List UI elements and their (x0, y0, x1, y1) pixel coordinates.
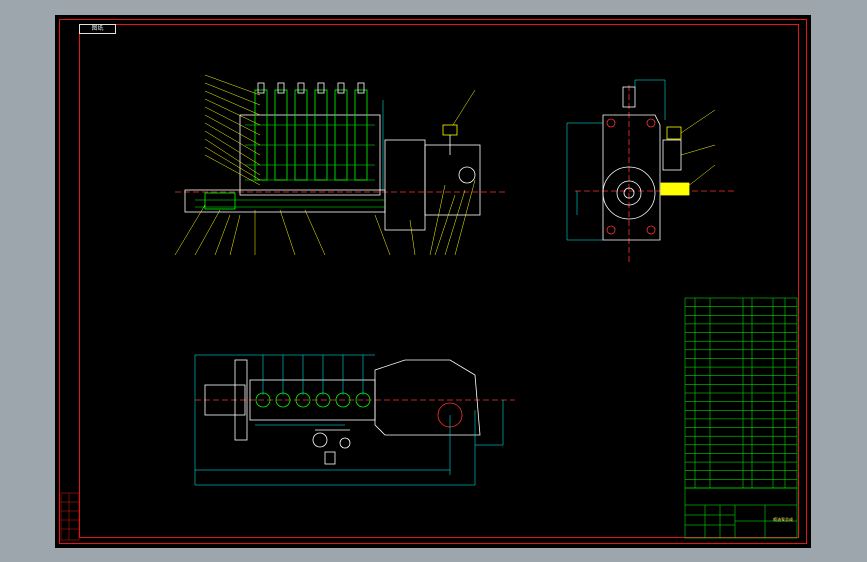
drive-end (204, 192, 236, 210)
model-space[interactable]: 图纸 喷油泵总成 (55, 15, 811, 548)
drawing-canvas (60, 74, 798, 541)
top-view (194, 354, 515, 486)
governor-cover (424, 144, 481, 216)
revision-strip (60, 492, 80, 541)
cad-window: 图纸 喷油泵总成 (0, 0, 867, 562)
pump-body (239, 114, 381, 196)
title-block-name: 喷油泵总成 (773, 517, 793, 522)
front-view (174, 74, 505, 256)
title-block (684, 487, 798, 539)
side-view (566, 79, 735, 265)
governor-housing (384, 139, 426, 231)
